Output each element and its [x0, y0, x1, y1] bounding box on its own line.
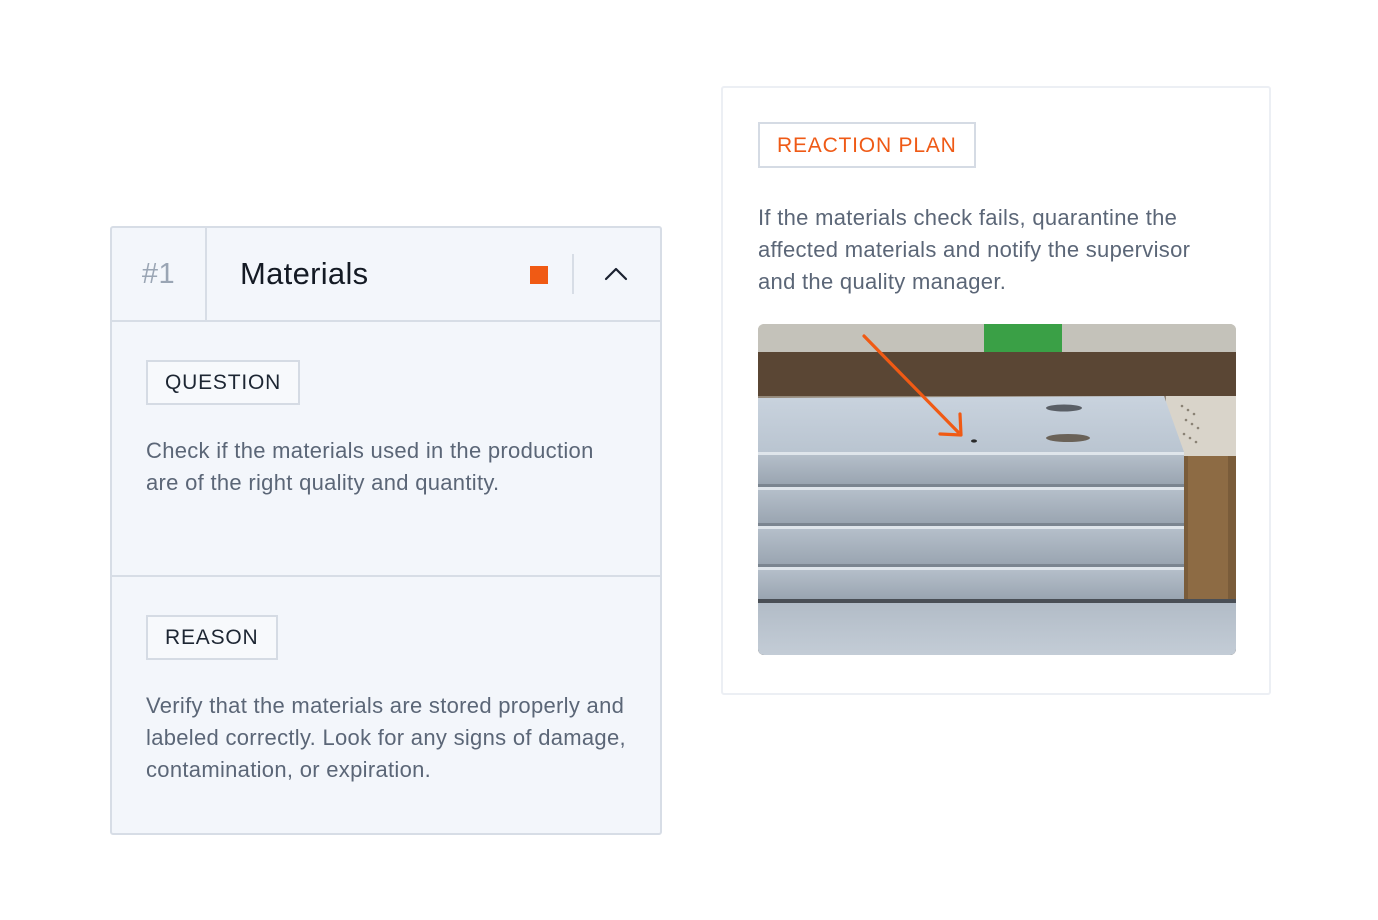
header-divider [572, 254, 574, 294]
question-tag: QUESTION [146, 360, 301, 405]
reason-text: Verify that the materials are stored pro… [146, 693, 626, 782]
reaction-plan-text: If the materials check fails, quarantine… [758, 205, 1191, 294]
reaction-plan-card: REACTION PLAN If the materials check fai… [721, 86, 1271, 695]
stacked-panels-photo [758, 324, 1236, 655]
question-section: QUESTION Check if the materials used in … [112, 322, 660, 577]
reason-section: REASON Verify that the materials are sto… [112, 577, 660, 833]
question-text: Check if the materials used in the produ… [146, 438, 594, 495]
item-title: Materials [240, 256, 369, 291]
collapse-button[interactable] [592, 254, 640, 294]
reaction-plan-photo [758, 324, 1236, 655]
chevron-up-icon [604, 267, 628, 281]
status-indicator [530, 266, 548, 284]
checklist-item-card: #1 Materials QUESTION Check if the mater… [110, 226, 662, 835]
reason-tag: REASON [146, 615, 278, 660]
stage: #1 Materials QUESTION Check if the mater… [0, 0, 1378, 920]
reaction-plan-tag: REACTION PLAN [758, 122, 976, 168]
card-header[interactable]: #1 Materials [112, 228, 660, 322]
item-number: #1 [112, 228, 207, 320]
